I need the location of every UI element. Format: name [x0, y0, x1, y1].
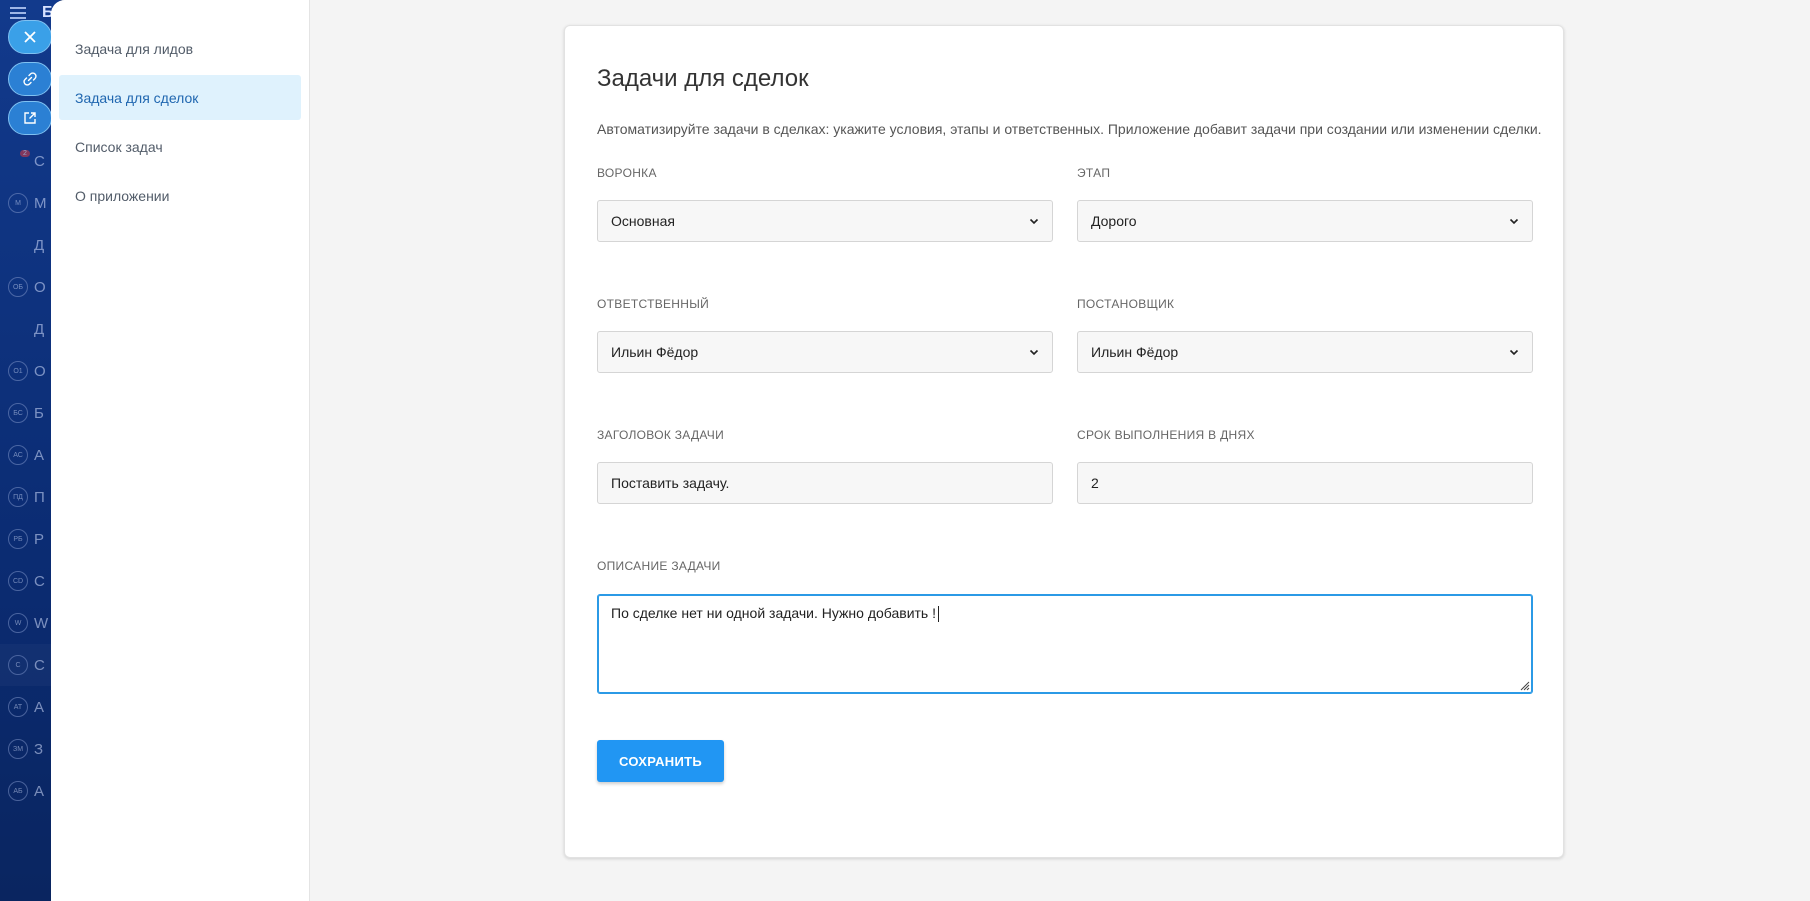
background-menu-label: З [34, 740, 44, 758]
chevron-down-icon [1509, 218, 1519, 225]
background-menu-label: Р [34, 530, 45, 548]
creator-select[interactable]: Ильин Фёдор [1077, 331, 1533, 373]
save-button[interactable]: Сохранить [597, 740, 724, 782]
nav-item-deal-tasks[interactable]: Задача для сделок [59, 75, 301, 120]
funnel-label: Воронка [597, 166, 657, 180]
deal-task-form-card: Задачи для сделок Автоматизируйте задачи… [564, 25, 1564, 858]
avatar: ПД [8, 487, 28, 507]
avatar: W [8, 613, 28, 633]
deadline-days-value: 2 [1091, 475, 1099, 491]
resize-handle-icon[interactable] [1518, 679, 1530, 691]
page-title: Задачи для сделок [597, 65, 809, 92]
task-description-value: По сделке нет ни одной задачи. Нужно доб… [611, 605, 936, 621]
background-menu-label: П [34, 488, 45, 506]
funnel-select-value: Основная [611, 213, 675, 229]
background-menu-label: О [34, 278, 46, 296]
background-menu-label: С [34, 572, 45, 590]
creator-select-value: Ильин Фёдор [1091, 344, 1179, 360]
app-slider-panel: Задача для лидов Задача для сделок Списо… [51, 0, 1810, 901]
background-menu-label: А [34, 698, 45, 716]
link-icon [23, 72, 37, 86]
nav-item-label: Задача для лидов [75, 40, 194, 57]
background-menu-label: Д [34, 320, 45, 338]
avatar: О1 [8, 361, 28, 381]
nav-item-label: Задача для сделок [75, 89, 199, 106]
deadline-label: Срок выполнения в днях [1077, 428, 1255, 442]
notification-badge: 2 [20, 149, 30, 157]
responsible-select-value: Ильин Фёдор [611, 344, 699, 360]
chevron-down-icon [1029, 349, 1039, 356]
nav-item-about[interactable]: О приложении [59, 173, 301, 218]
avatar: БС [8, 403, 28, 423]
avatar: M [8, 193, 28, 213]
background-menu-label: С [34, 152, 45, 170]
creator-label: Постановщик [1077, 297, 1175, 311]
responsible-select[interactable]: Ильин Фёдор [597, 331, 1053, 373]
text-caret [938, 606, 939, 623]
deadline-days-input[interactable]: 2 [1077, 462, 1533, 504]
chevron-down-icon [1029, 218, 1039, 225]
copy-link-button[interactable] [8, 62, 52, 96]
open-in-new-window-button[interactable] [8, 101, 52, 135]
task-title-value: Поставить задачу. [611, 475, 730, 491]
nav-item-lead-tasks[interactable]: Задача для лидов [59, 26, 301, 71]
close-slider-button[interactable] [8, 20, 52, 54]
responsible-label: Ответственный [597, 297, 710, 311]
chevron-down-icon [1509, 349, 1519, 356]
avatar: СD [8, 571, 28, 591]
nav-item-task-list[interactable]: Список задач [59, 124, 301, 169]
app-navigation: Задача для лидов Задача для сделок Списо… [51, 0, 310, 901]
background-menu-label: W [34, 614, 49, 632]
background-menu-label: А [34, 446, 45, 464]
task-title-label: Заголовок задачи [597, 428, 725, 442]
funnel-select[interactable]: Основная [597, 200, 1053, 242]
background-menu-label: С [34, 656, 45, 674]
nav-item-label: Список задач [75, 138, 163, 155]
background-menu-label: Д [34, 236, 45, 254]
house-icon [8, 235, 28, 255]
task-title-input[interactable]: Поставить задачу. [597, 462, 1053, 504]
external-link-icon [24, 112, 36, 124]
presentation-icon [8, 319, 28, 339]
avatar: АС [8, 445, 28, 465]
avatar: ЗМ [8, 739, 28, 759]
avatar: ОБ [8, 277, 28, 297]
stage-select-value: Дорого [1091, 213, 1137, 229]
form-description: Автоматизируйте задачи в сделках: укажит… [597, 121, 1542, 137]
task-description-label: Описание задачи [597, 559, 721, 573]
avatar: РБ [8, 529, 28, 549]
avatar: АБ [8, 781, 28, 801]
nav-item-label: О приложении [75, 187, 170, 204]
avatar: С [8, 655, 28, 675]
stage-select[interactable]: Дорого [1077, 200, 1533, 242]
background-menu-label: О [34, 362, 46, 380]
avatar: АТ [8, 697, 28, 717]
menu-icon [10, 7, 26, 19]
task-description-textarea[interactable]: По сделке нет ни одной задачи. Нужно доб… [597, 594, 1533, 694]
background-menu-label: А [34, 782, 45, 800]
background-menu-label: М [34, 194, 47, 212]
background-menu-label: Б [34, 404, 44, 422]
stage-label: Этап [1077, 166, 1111, 180]
close-icon [24, 31, 36, 43]
